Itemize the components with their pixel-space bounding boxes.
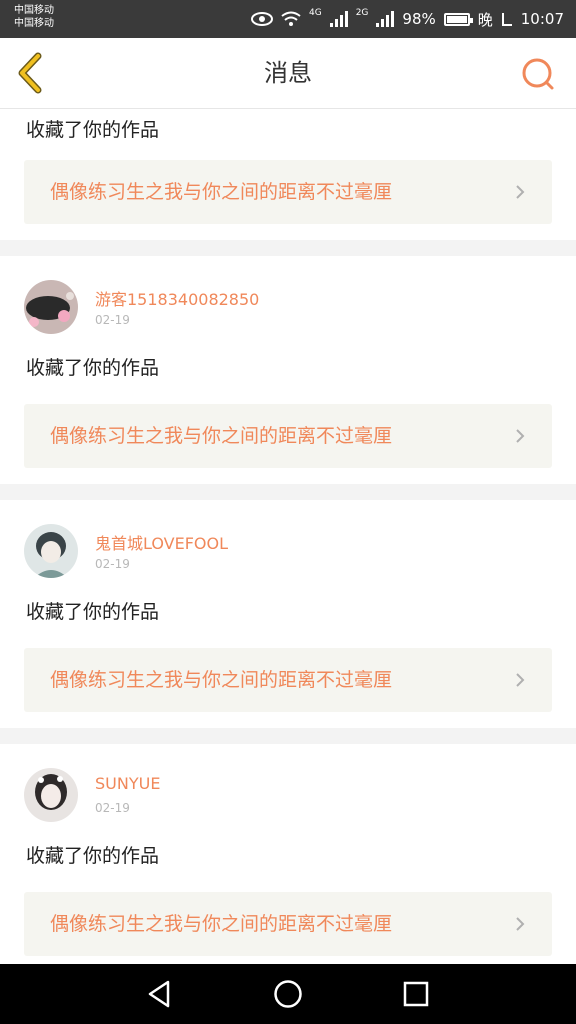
eye-icon xyxy=(251,12,273,26)
work-link[interactable]: 偶像练习生之我与你之间的距离不过毫厘 xyxy=(24,648,552,712)
divider xyxy=(0,484,576,500)
signal-icon-2 xyxy=(376,11,395,27)
user-row[interactable]: 鬼首城LOVEFOOL 02-19 xyxy=(0,500,576,582)
page-title: 消息 xyxy=(264,59,312,87)
clock: 10:07 xyxy=(520,10,564,28)
action-text: 收藏了你的作品 xyxy=(26,601,160,623)
app-header: 消息 xyxy=(0,38,576,109)
nav-recents-icon xyxy=(403,981,429,1007)
nav-back-button[interactable] xyxy=(144,978,176,1010)
chevron-right-icon xyxy=(516,185,525,199)
avatar[interactable] xyxy=(24,768,78,822)
username[interactable]: 游客1518340082850 xyxy=(95,286,259,310)
network-type-1: 4G xyxy=(309,8,322,18)
list-item: SUNYUE 02-19 收藏了你的作品 偶像练习生之我与你之间的距离不过毫厘 xyxy=(0,744,576,956)
carrier-1: 中国移动 xyxy=(14,5,54,16)
search-button[interactable] xyxy=(520,56,556,92)
work-link[interactable]: 偶像练习生之我与你之间的距离不过毫厘 xyxy=(24,892,552,956)
carrier-labels: 中国移动 中国移动 xyxy=(14,4,54,30)
divider xyxy=(0,728,576,744)
network-type-2: 2G xyxy=(355,8,369,18)
alarm-icon xyxy=(501,13,512,26)
system-nav-bar xyxy=(0,964,576,1024)
list-item: 游客1518340082850 02-19 收藏了你的作品 偶像练习生之我与你之… xyxy=(0,256,576,484)
avatar-image xyxy=(24,524,78,578)
timestamp: 02-19 xyxy=(95,801,130,815)
message-feed: 收藏了你的作品 偶像练习生之我与你之间的距离不过毫厘 游客15183400828 xyxy=(0,108,576,956)
work-title: 偶像练习生之我与你之间的距离不过毫厘 xyxy=(50,425,393,447)
chevron-right-icon xyxy=(516,917,525,931)
work-link[interactable]: 偶像练习生之我与你之间的距离不过毫厘 xyxy=(24,404,552,468)
search-icon xyxy=(522,58,554,90)
nav-home-icon xyxy=(274,980,302,1008)
battery-icon xyxy=(443,12,473,26)
status-icons: 4G 2G 98% 晚 10:07 xyxy=(251,0,564,38)
list-item: 鬼首城LOVEFOOL 02-19 收藏了你的作品 偶像练习生之我与你之间的距离… xyxy=(0,500,576,728)
status-bar: 中国移动 中国移动 4G 2G 98% 晚 10:07 xyxy=(0,0,576,38)
nav-home-button[interactable] xyxy=(272,978,304,1010)
list-item: 收藏了你的作品 偶像练习生之我与你之间的距离不过毫厘 xyxy=(0,108,576,240)
nav-recents-button[interactable] xyxy=(400,978,432,1010)
action-text: 收藏了你的作品 xyxy=(26,357,160,379)
chevron-right-icon xyxy=(516,429,525,443)
username[interactable]: 鬼首城LOVEFOOL xyxy=(95,530,228,554)
night-mode-label: 晚 xyxy=(477,10,493,29)
divider xyxy=(0,240,576,256)
timestamp: 02-19 xyxy=(95,557,130,571)
timestamp: 02-19 xyxy=(95,313,130,327)
carrier-2: 中国移动 xyxy=(14,18,54,29)
action-text: 收藏了你的作品 xyxy=(26,845,160,867)
work-title: 偶像练习生之我与你之间的距离不过毫厘 xyxy=(50,181,393,203)
work-title: 偶像练习生之我与你之间的距离不过毫厘 xyxy=(50,913,393,935)
signal-icon xyxy=(329,11,348,27)
user-row[interactable]: SUNYUE 02-19 xyxy=(0,744,576,826)
nav-back-icon xyxy=(148,980,170,1008)
work-title: 偶像练习生之我与你之间的距离不过毫厘 xyxy=(50,669,393,691)
work-link[interactable]: 偶像练习生之我与你之间的距离不过毫厘 xyxy=(24,160,552,224)
avatar[interactable] xyxy=(24,280,78,334)
wifi-icon xyxy=(281,11,301,26)
avatar-image xyxy=(24,768,78,822)
user-row[interactable]: 游客1518340082850 02-19 xyxy=(0,256,576,338)
chevron-right-icon xyxy=(516,673,525,687)
battery-percent: 98% xyxy=(402,10,436,28)
avatar[interactable] xyxy=(24,524,78,578)
avatar-image xyxy=(24,280,78,334)
action-text: 收藏了你的作品 xyxy=(26,119,160,141)
username[interactable]: SUNYUE xyxy=(95,774,160,793)
